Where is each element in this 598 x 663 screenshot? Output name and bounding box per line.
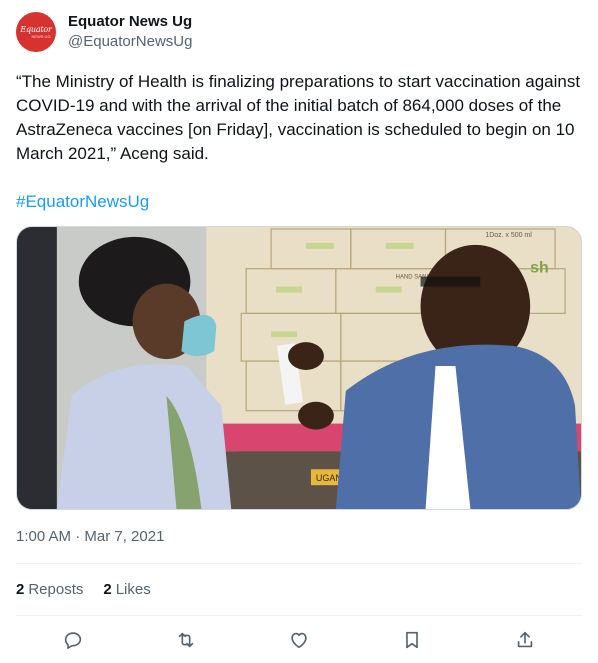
reply-button[interactable] xyxy=(56,623,90,657)
tweet-timestamp[interactable]: 1:00 AM · Mar 7, 2021 xyxy=(16,527,164,547)
like-icon xyxy=(291,632,307,649)
divider xyxy=(16,615,582,616)
avatar-logo-text: Equator xyxy=(20,24,52,34)
divider xyxy=(16,563,582,564)
tweet-header: Equator NEWS UG Equator News Ug @Equator… xyxy=(16,12,582,52)
avatar[interactable]: Equator NEWS UG xyxy=(16,12,56,52)
box-label-stripe xyxy=(385,242,414,249)
reposts-label: Reposts xyxy=(28,581,84,598)
box-label-stripe xyxy=(305,242,334,249)
author-display-name[interactable]: Equator News Ug xyxy=(68,12,192,32)
box-label-stripe xyxy=(375,286,402,293)
share-button[interactable] xyxy=(508,623,542,657)
bookmark-button[interactable] xyxy=(395,623,429,657)
tweet-text: “The Ministry of Health is finalizing pr… xyxy=(16,72,585,163)
author-handle[interactable]: @EquatorNewsUg xyxy=(68,32,192,52)
photo-illustration: HAND SANITIZER 1Doz. x 500 ml sh UGANDA xyxy=(17,227,581,509)
avatar-logo-sub: NEWS UG xyxy=(31,33,51,39)
author-names: Equator News Ug @EquatorNewsUg xyxy=(68,12,192,52)
repost-icon xyxy=(178,632,194,648)
reposts-count: 2 xyxy=(16,581,25,598)
action-bar xyxy=(16,624,582,656)
box-label-stripe xyxy=(271,331,298,338)
likes-count: 2 xyxy=(103,581,112,598)
repost-button[interactable] xyxy=(169,623,203,657)
likes-label: Likes xyxy=(115,581,151,598)
likes-stat[interactable]: 2 Likes xyxy=(103,580,150,600)
tweet-photo[interactable]: HAND SANITIZER 1Doz. x 500 ml sh UGANDA xyxy=(16,226,582,510)
box-label-stripe xyxy=(276,286,302,293)
man-glasses xyxy=(420,276,481,287)
box-brand-text: sh xyxy=(530,260,549,277)
box-doz-text: 1Doz. x 500 ml xyxy=(485,232,532,239)
man-hand xyxy=(298,401,334,430)
reposts-stat[interactable]: 2 Reposts xyxy=(16,580,83,600)
reply-icon xyxy=(64,632,81,649)
man-hand xyxy=(288,342,324,370)
like-button[interactable] xyxy=(282,623,316,657)
share-icon xyxy=(518,631,533,648)
hashtag-link[interactable]: #EquatorNewsUg xyxy=(16,190,149,214)
face-mask xyxy=(181,314,217,357)
bookmark-icon xyxy=(406,631,419,649)
engagement-stats: 2 Reposts 2 Likes xyxy=(16,580,151,600)
